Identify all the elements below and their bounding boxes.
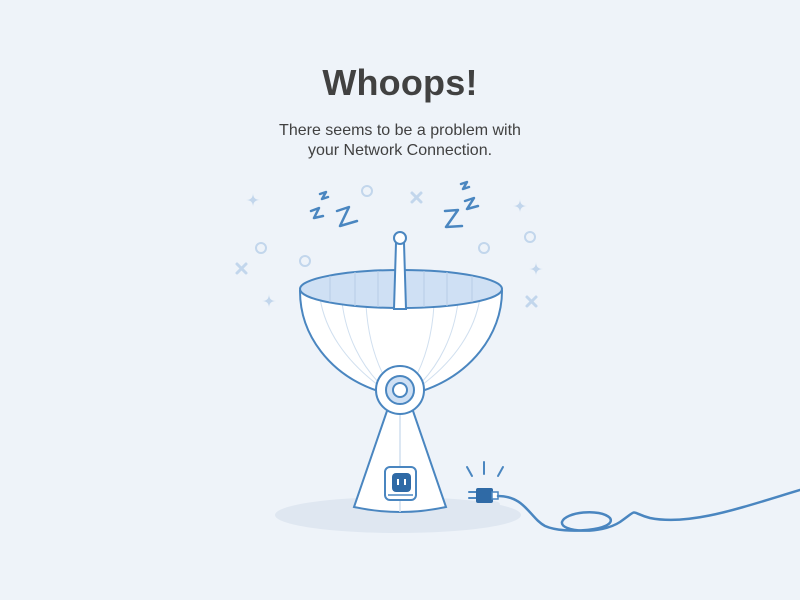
power-socket-icon [384,466,417,501]
circle-icon [524,231,536,243]
cross-icon [410,191,423,204]
circle-icon [255,242,267,254]
sparkle-icon [513,199,527,213]
sleep-z-icon [443,180,480,229]
cross-icon [525,295,538,308]
circle-icon [299,255,311,267]
circle-icon [361,185,373,197]
dish-hub [375,365,425,415]
circle-icon [478,242,490,254]
sparkle-icon [529,262,543,276]
sparkle-icon [262,294,276,308]
satellite-dish-illustration [235,180,800,533]
sleep-z-icon [309,190,359,228]
sparkle-icon [246,193,260,207]
antenna-icon [392,231,408,310]
cable-icon [496,488,800,532]
cross-icon [235,262,248,275]
network-error-page: Whoops! There seems to be a problem with… [0,0,800,600]
